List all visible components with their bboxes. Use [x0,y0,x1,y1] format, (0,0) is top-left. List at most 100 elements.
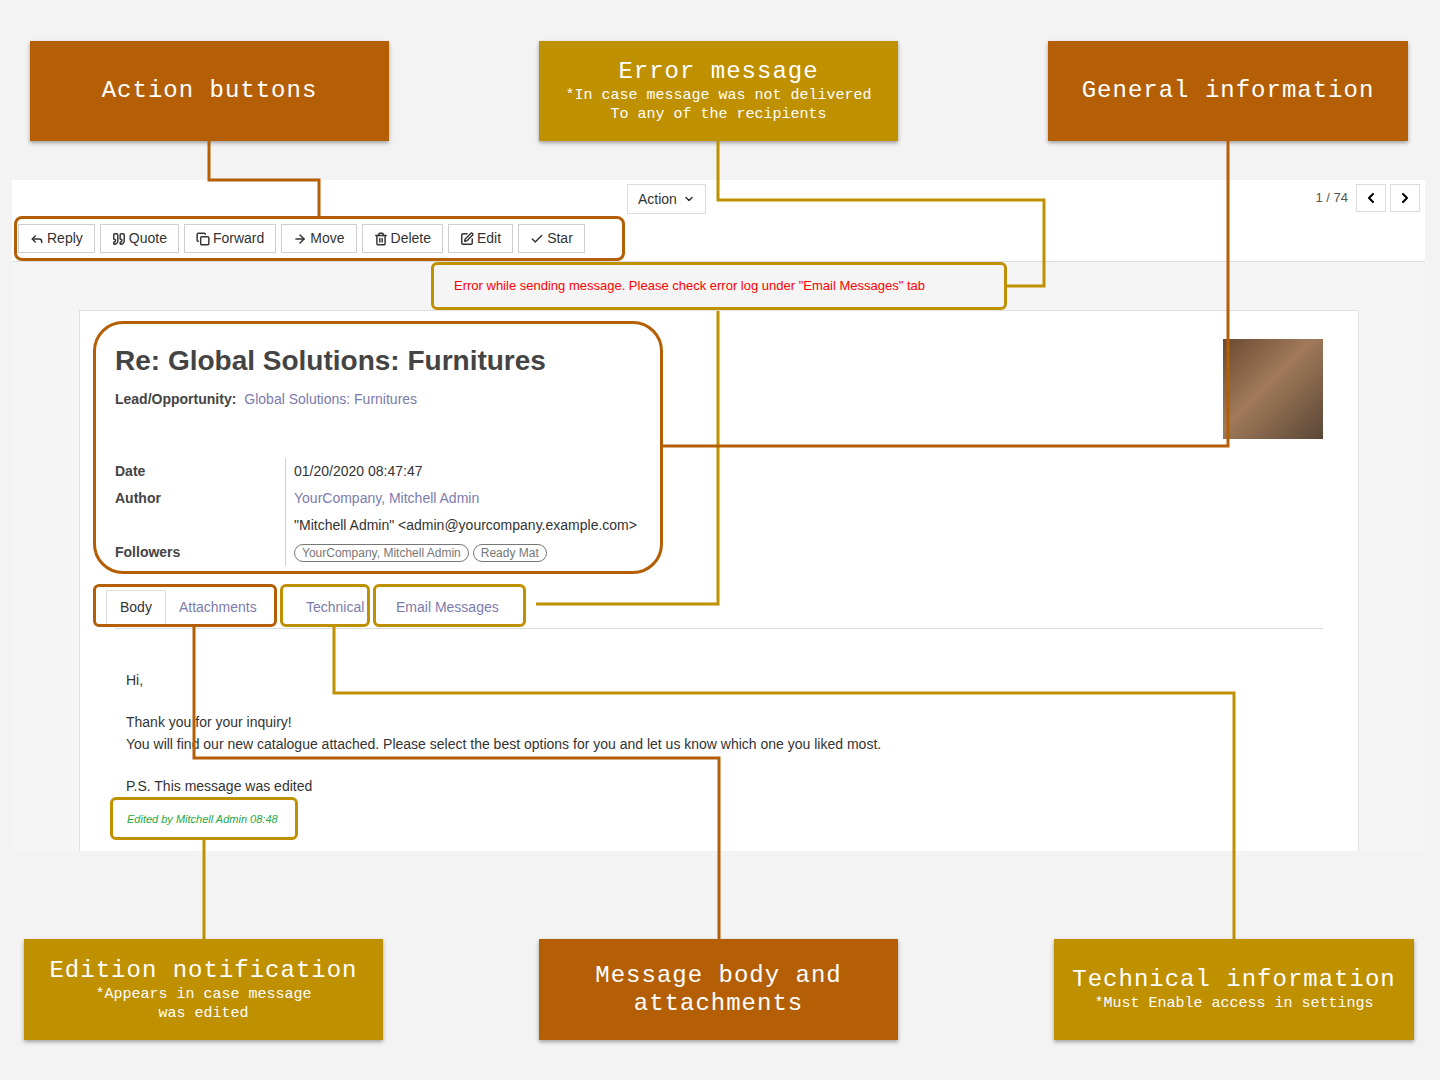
callout-note: was edited [158,1004,248,1023]
body-line: You will find our new catalogue attached… [126,733,1345,755]
author-avatar [1223,339,1323,439]
connector-line [334,626,1234,939]
field-label: Author [115,485,285,512]
tab[interactable]: Body [106,590,166,624]
button-icon [374,232,388,246]
button-icon [30,232,44,246]
field-text: "Mitchell Admin" <admin@yourcompany.exam… [294,515,637,536]
body-paragraph: Hi, [126,669,1345,691]
callout-title: Technical information [1072,966,1395,994]
tab[interactable]: Attachments [166,590,270,624]
body-line: P.S. This message was edited [126,775,1345,797]
tab-highlight: BodyAttachments [93,584,277,627]
callout-note: *In case message was not delivered [565,86,871,105]
lead-link[interactable]: Global Solutions: Furnitures [244,389,417,409]
caret-icon [683,193,695,205]
fields: Date01/20/2020 08:47:47AuthorYourCompany… [115,458,660,566]
message-title: Re: Global Solutions: Furnitures [115,344,660,378]
callout-box: Action buttons [30,41,389,141]
chevron-left-icon [1363,190,1379,206]
edit-note: Edited by Mitchell Admin 08:48 [127,808,278,830]
button-icon [460,232,474,246]
field-value: YourCompany, Mitchell Admin [285,485,479,512]
callout-title: Error message [618,58,818,86]
tab-highlight: Technical [280,584,370,627]
message-body: Hi, Thank you for your inquiry!You will f… [93,629,1345,840]
field-label: Date [115,458,285,485]
toolbar-button[interactable]: Reply [18,224,95,253]
callout-box: Edition notification*Appears in case mes… [24,939,383,1040]
tab[interactable]: Email Messages [383,590,512,624]
annotated-screenshot: Action buttons Error message*In case mess… [0,0,1440,1080]
body-line: Hi, [126,669,1345,691]
toolbar-button[interactable]: Quote [100,224,179,253]
edit-highlight: Edited by Mitchell Admin 08:48 [110,797,298,840]
field-row: Date 01/20/2020 08:47:47 [115,458,660,485]
field-value: YourCompany, Mitchell AdminReady Mat [285,539,547,566]
control-row: Action 1 / 74 [12,180,1425,216]
field-value: "Mitchell Admin" <admin@yourcompany.exam… [285,512,637,539]
callout-note: *Appears in case message [95,985,311,1004]
callout-box: Error message*In case message was not de… [539,41,898,141]
callout-title: Message body and attachments [555,962,882,1018]
field-row: Author YourCompany, Mitchell Admin [115,485,660,512]
field-label [115,512,285,539]
toolbar-button[interactable]: Star [518,224,585,253]
general-info-highlight: Re: Global Solutions: Furnitures Lead/Opp… [93,321,663,574]
toolbar-button[interactable]: Edit [448,224,513,253]
callout-note: To any of the recipients [610,105,826,124]
connector-line [718,141,1044,286]
field-text: 01/20/2020 08:47:47 [294,461,422,482]
toolbar-button[interactable]: Forward [184,224,276,253]
error-highlight: Error while sending message. Please chec… [431,262,1007,310]
pager: 1 / 74 [1315,184,1420,212]
tabs-row: BodyAttachmentsTechnicalEmail Messages [93,584,1345,627]
chevron-right-icon [1397,190,1413,206]
connector-line [209,141,319,216]
callout-title: General information [1082,77,1375,105]
button-icon [112,232,126,246]
pager-next[interactable] [1390,184,1420,212]
field-label: Followers [115,539,285,566]
body-paragraph: Thank you for your inquiry!You will find… [126,711,1345,755]
field-row: "Mitchell Admin" <admin@yourcompany.exam… [115,512,660,539]
callout-box: Message body and attachments [539,939,898,1040]
callout-note: *Must Enable access in settings [1094,994,1373,1013]
field-row: FollowersYourCompany, Mitchell AdminRead… [115,539,660,566]
button-icon [293,232,307,246]
screenshot: Action1 / 74ReplyQuoteForwardMoveDeleteE… [12,180,1425,851]
action-buttons-highlight: ReplyQuoteForwardMoveDeleteEditStar [14,216,625,261]
pager-prev[interactable] [1356,184,1386,212]
tabs-line [115,628,1323,629]
connector-line [536,311,718,604]
toolbar-button[interactable]: Delete [362,224,443,253]
connector-line [194,626,719,939]
author-link[interactable]: YourCompany, Mitchell Admin [294,488,479,509]
body-paragraph: P.S. This message was edited [126,775,1345,797]
connector-line [203,839,206,939]
tab-highlight: Email Messages [373,584,526,627]
header-row: Re: Global Solutions: Furnitures Lead/Opp… [93,321,1345,574]
message-sheet: Re: Global Solutions: Furnitures Lead/Opp… [79,310,1359,851]
tab[interactable]: Technical [293,590,377,624]
button-icon [530,232,544,246]
callout-box: General information [1048,41,1408,141]
button-icon [196,232,210,246]
connector-line [663,141,1228,446]
toolbar-button[interactable]: Move [281,224,356,253]
connector-lines [0,0,1440,1080]
control-panel: Action 1 / 74 ReplyQuoteForwardMoveDeleteE… [12,180,1425,262]
pager-value: 1 / 74 [1315,188,1348,208]
callout-box: Technical information*Must Enable access… [1054,939,1414,1040]
body-line: Thank you for your inquiry! [126,711,1345,733]
action-dropdown[interactable]: Action [627,184,706,214]
bottom-callouts: Edition notification*Appears in case mes… [0,939,1440,1040]
top-callouts: Action buttons Error message*In case mess… [0,41,1440,141]
field-value: 01/20/2020 08:47:47 [285,458,422,485]
lead-row: Lead/Opportunity:Global Solutions: Furni… [115,389,660,409]
follower-tag[interactable]: Ready Mat [473,544,547,562]
callout-title: Action buttons [102,77,318,105]
follower-tag[interactable]: YourCompany, Mitchell Admin [294,544,469,562]
error-message: Error while sending message. Please chec… [454,276,925,296]
callout-title: Edition notification [49,957,357,985]
